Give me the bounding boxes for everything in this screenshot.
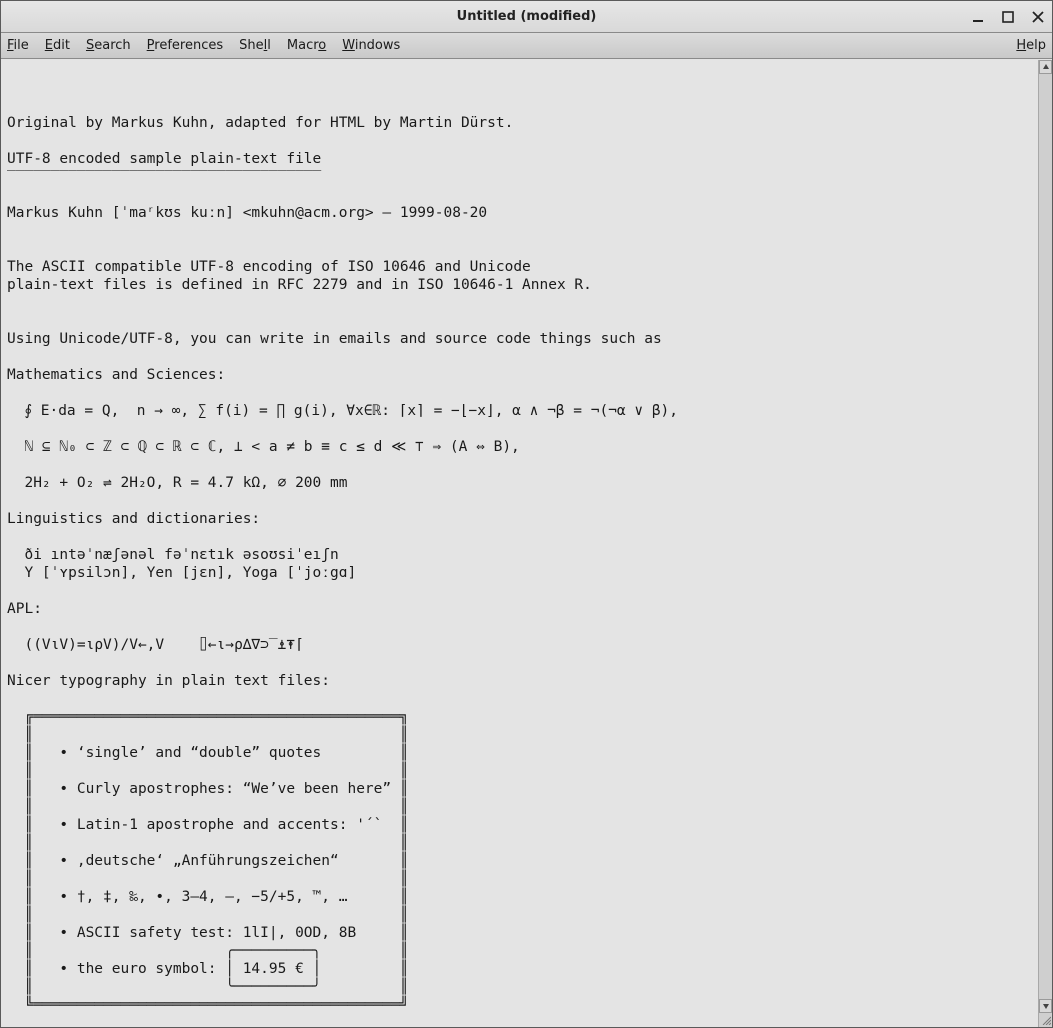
close-icon [1032,11,1044,23]
menu-search[interactable]: Search [86,38,131,53]
window-controls [970,1,1046,33]
maximize-button[interactable] [1000,9,1016,25]
menu-shell[interactable]: Shell [239,38,271,53]
resize-grip-icon [1041,1015,1051,1025]
menu-help[interactable]: Help [1016,38,1046,53]
resize-grip[interactable] [1039,1013,1052,1027]
vertical-scrollbar[interactable] [1038,60,1052,1027]
application-window: Untitled (modified) File Edit Search Pre… [0,0,1053,1028]
editor-container: Original by Markus Kuhn, adapted for HTM… [1,59,1052,1027]
scroll-up-button[interactable] [1039,60,1052,74]
scroll-down-button[interactable] [1039,999,1052,1013]
menu-windows[interactable]: Windows [342,38,400,53]
chevron-down-icon [1042,1002,1050,1010]
scrollbar-track[interactable] [1039,74,1052,999]
minimize-icon [972,11,984,23]
menu-edit[interactable]: Edit [45,38,70,53]
chevron-up-icon [1042,63,1050,71]
titlebar[interactable]: Untitled (modified) [1,1,1052,33]
text-editor[interactable]: Original by Markus Kuhn, adapted for HTM… [1,60,1038,1027]
close-button[interactable] [1030,9,1046,25]
menu-macro[interactable]: Macro [287,38,326,53]
menubar: File Edit Search Preferences Shell Macro… [1,33,1052,59]
menu-preferences[interactable]: Preferences [147,38,223,53]
window-title: Untitled (modified) [1,9,1052,24]
menu-file[interactable]: File [7,38,29,53]
minimize-button[interactable] [970,9,986,25]
maximize-icon [1002,11,1014,23]
